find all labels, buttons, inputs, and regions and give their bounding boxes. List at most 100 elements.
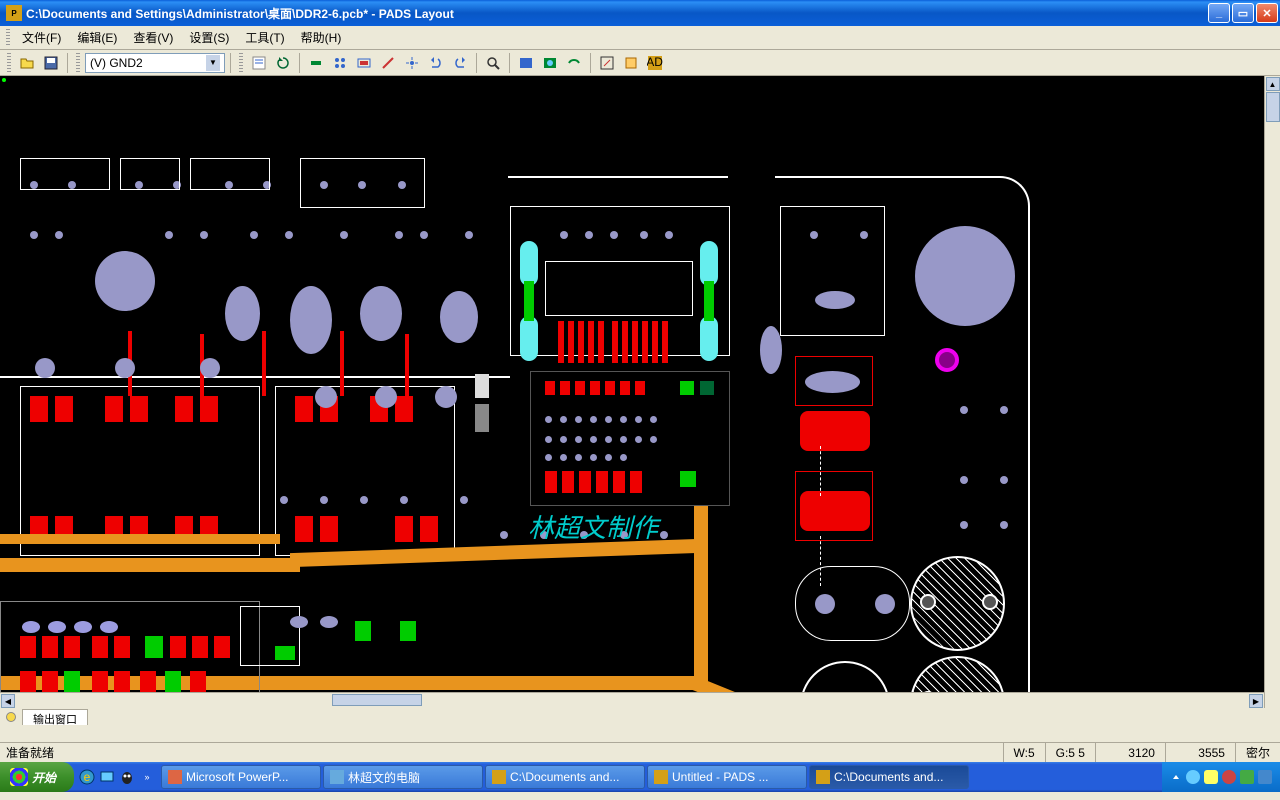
menu-edit[interactable]: 编辑(E) (69, 26, 125, 49)
taskbar: 开始 e » Microsoft PowerP... 林超文的电脑 C:\Doc… (0, 762, 1280, 792)
component-outline (795, 471, 873, 541)
toolbar-grip-1[interactable] (7, 53, 11, 73)
menu-file[interactable]: 文件(F) (14, 26, 69, 49)
tool-button-2[interactable] (329, 52, 351, 74)
start-button[interactable]: 开始 (0, 762, 74, 792)
taskbar-button[interactable]: Microsoft PowerP... (161, 765, 321, 789)
redo-button[interactable] (449, 52, 471, 74)
taskbar-button[interactable]: C:\Documents and... (485, 765, 645, 789)
tray-icon[interactable] (1240, 770, 1254, 784)
layer-select[interactable]: (V) GND2 ▼ (85, 53, 225, 73)
taskbar-button[interactable]: 林超文的电脑 (323, 765, 483, 789)
mounting-hole (915, 226, 1015, 326)
menubar-grip[interactable] (6, 29, 10, 47)
component-outline (300, 158, 425, 208)
taskbar-button[interactable]: Untitled - PADS ... (647, 765, 807, 789)
minimize-button[interactable]: _ (1208, 3, 1230, 23)
status-x: 3120 (1095, 743, 1165, 762)
undo-button[interactable] (425, 52, 447, 74)
desktop-icon[interactable] (98, 767, 116, 787)
ratsnest-line (820, 446, 822, 496)
component-outline (190, 158, 270, 190)
status-width: W:5 (1003, 743, 1045, 762)
router-button[interactable]: PADS (644, 52, 666, 74)
start-label: 开始 (32, 769, 56, 786)
tool-button-10[interactable] (620, 52, 642, 74)
pad (805, 371, 860, 393)
output-window-tab[interactable]: 输出窗口 (22, 709, 88, 725)
taskbar-button[interactable]: C:\Documents and... (809, 765, 969, 789)
menu-view[interactable]: 查看(V) (125, 26, 181, 49)
design-area: 林超文制作 ▲ 输出窗口 ◀ ▶ (0, 76, 1280, 742)
pads-icon (492, 770, 506, 784)
scroll-left-arrow-icon[interactable]: ◀ (1, 694, 15, 708)
trace-green (524, 281, 534, 321)
component-cap (520, 241, 538, 286)
tool-button-8[interactable] (563, 52, 585, 74)
tray-icon[interactable] (1204, 770, 1218, 784)
tray-icon[interactable] (1258, 770, 1272, 784)
system-tray[interactable] (1162, 762, 1280, 792)
tray-icon[interactable] (1186, 770, 1200, 784)
pad (920, 594, 936, 610)
pad (440, 291, 478, 343)
tool-button-6[interactable] (515, 52, 537, 74)
scroll-right-arrow-icon[interactable]: ▶ (1249, 694, 1263, 708)
chevron-right-icon[interactable]: » (138, 767, 156, 787)
open-button[interactable] (16, 52, 38, 74)
trace-power (0, 558, 300, 572)
component-outline (120, 158, 180, 190)
ie-icon[interactable]: e (78, 767, 96, 787)
tool-button-4[interactable] (377, 52, 399, 74)
scroll-thumb-horizontal[interactable] (332, 694, 422, 706)
tray-icon[interactable] (1222, 770, 1236, 784)
scroll-thumb-vertical[interactable] (1266, 92, 1280, 122)
scroll-up-arrow-icon[interactable]: ▲ (1266, 77, 1280, 91)
refresh-button[interactable] (272, 52, 294, 74)
status-unit: 密尔 (1235, 743, 1280, 762)
tool-button-1[interactable] (305, 52, 327, 74)
component-green (355, 621, 371, 641)
component-ic (475, 404, 489, 432)
pad (290, 616, 308, 628)
pad (290, 286, 332, 354)
windows-logo-icon (10, 768, 28, 786)
tool-button-3[interactable] (353, 52, 375, 74)
component-outline (20, 158, 110, 190)
output-tabstrip: 输出窗口 (0, 708, 1264, 726)
vertical-scrollbar[interactable]: ▲ (1264, 76, 1280, 708)
component-cap (700, 241, 718, 286)
silkscreen-line (0, 376, 510, 378)
toolbar-grip-2[interactable] (76, 53, 80, 73)
menu-help[interactable]: 帮助(H) (293, 26, 350, 49)
toolbar-grip-3[interactable] (239, 53, 243, 73)
trace-power (0, 534, 280, 544)
menu-tools[interactable]: 工具(T) (237, 26, 292, 49)
pad (320, 616, 338, 628)
pad (982, 594, 998, 610)
qq-icon[interactable] (118, 767, 136, 787)
tool-button-9[interactable] (596, 52, 618, 74)
maximize-button[interactable]: ▭ (1232, 3, 1254, 23)
trace-green (704, 281, 714, 321)
trace-power (694, 506, 708, 686)
properties-button[interactable] (248, 52, 270, 74)
component-cap (700, 316, 718, 361)
fiducial-marker (935, 348, 959, 372)
pcb-canvas[interactable]: 林超文制作 (0, 76, 1264, 708)
component-red (800, 411, 870, 451)
scroll-track[interactable] (16, 693, 1248, 708)
toolbar: (V) GND2 ▼ PADS (0, 50, 1280, 76)
tool-button-7[interactable] (539, 52, 561, 74)
horizontal-scrollbar[interactable]: ◀ ▶ (0, 692, 1264, 708)
board-outline (1028, 436, 1030, 708)
zoom-button[interactable] (482, 52, 504, 74)
close-button[interactable]: ✕ (1256, 3, 1278, 23)
tray-chevron-icon[interactable] (1170, 771, 1182, 783)
menu-setup[interactable]: 设置(S) (181, 26, 237, 49)
svg-text:e: e (84, 770, 91, 784)
tool-button-5[interactable] (401, 52, 423, 74)
menu-bar: 文件(F) 编辑(E) 查看(V) 设置(S) 工具(T) 帮助(H) (0, 26, 1280, 50)
computer-icon (330, 770, 344, 784)
save-button[interactable] (40, 52, 62, 74)
